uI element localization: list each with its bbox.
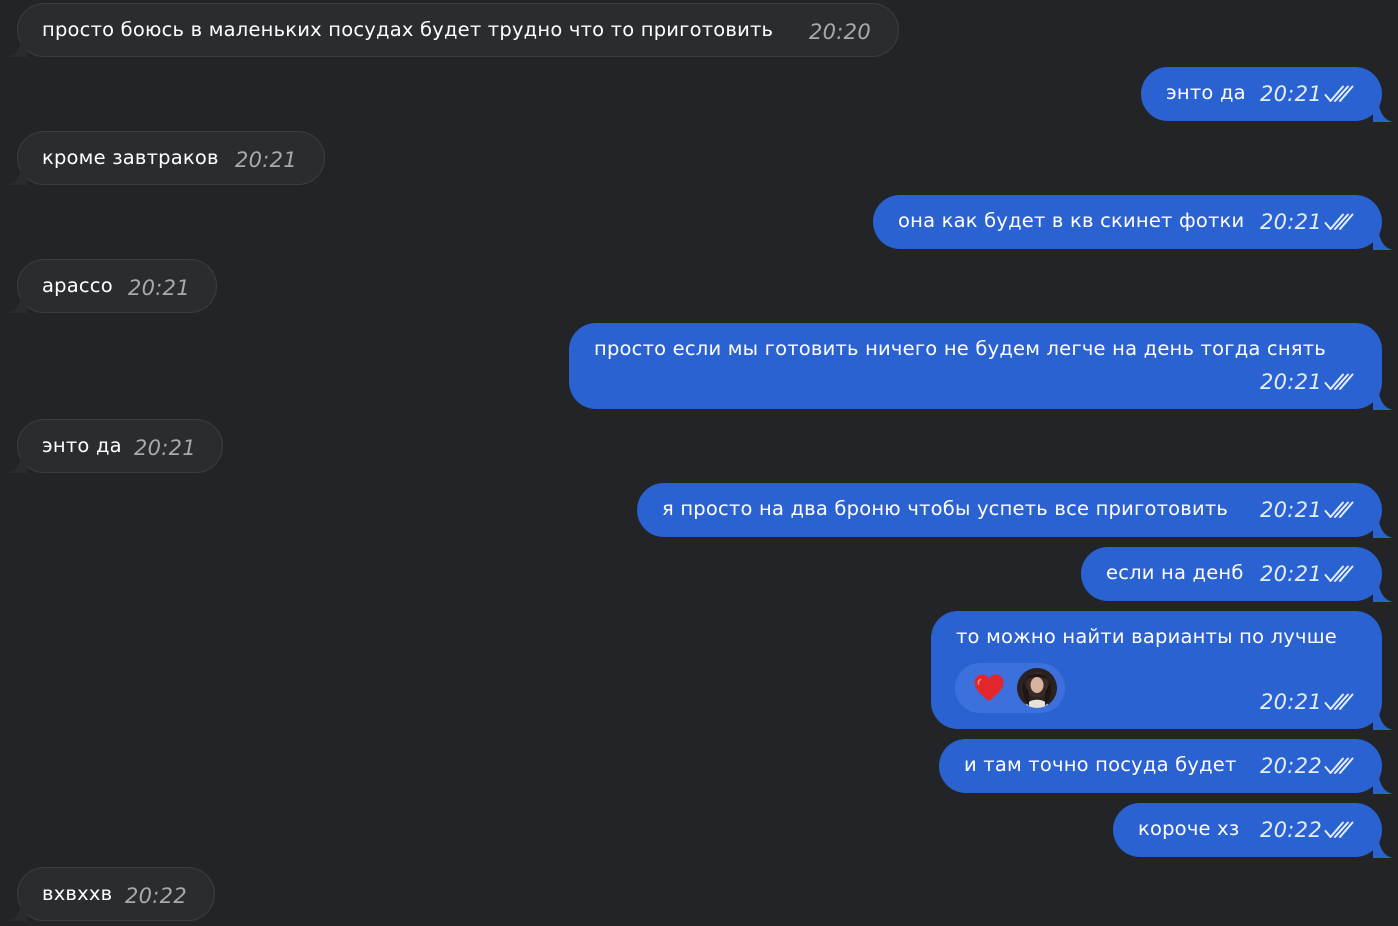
bubble-tail [1373, 390, 1393, 410]
message-time: 20:21 [1259, 82, 1322, 106]
message-text: если на денб [1106, 561, 1244, 584]
double-check-icon [1324, 692, 1354, 712]
message-incoming[interactable]: просто боюсь в маленьких посудах будет т… [17, 3, 899, 57]
message-outgoing[interactable]: просто если мы готовить ничего не будем … [569, 323, 1382, 409]
message-outgoing[interactable]: я просто на два броню чтобы успеть все п… [637, 483, 1382, 537]
message-meta: 20:21 [134, 436, 196, 460]
message-meta: 20:21 [1260, 562, 1354, 586]
message-time: 20:21 [234, 148, 297, 172]
message-text: то можно найти варианты по лучше [956, 625, 1337, 648]
message-time: 20:21 [1259, 498, 1322, 522]
message-time: 20:22 [124, 884, 187, 908]
message-meta: 20:21 [235, 148, 297, 172]
double-check-icon [1324, 756, 1354, 776]
bubble-tail [7, 165, 27, 185]
message-meta: 20:21 [1260, 498, 1354, 522]
message-text: я просто на два броню чтобы успеть все п… [662, 497, 1229, 520]
message-text: и там точно посуда будет [964, 753, 1237, 776]
bubble-tail [7, 453, 27, 473]
message-incoming[interactable]: арассо 20:21 [17, 259, 217, 313]
message-incoming[interactable]: энто да 20:21 [17, 419, 223, 473]
message-meta: 20:22 [1260, 754, 1354, 778]
message-time: 20:21 [133, 436, 196, 460]
message-meta: 20:21 [128, 276, 190, 300]
bubble-tail [1373, 102, 1393, 122]
message-outgoing[interactable]: короче хз 20:22 [1113, 803, 1382, 857]
bubble-tail [1373, 838, 1393, 858]
message-text: энто да [42, 434, 122, 457]
message-meta: 20:21 [1260, 690, 1354, 714]
bubble-tail [1373, 774, 1393, 794]
message-meta: 20:20 [809, 20, 871, 44]
message-text: просто если мы готовить ничего не будем … [594, 337, 1326, 360]
message-meta: 20:21 [1260, 370, 1354, 394]
message-time: 20:21 [1259, 370, 1322, 394]
message-incoming[interactable]: вхвххв 20:22 [17, 867, 215, 921]
message-outgoing[interactable]: она как будет в кв скинет фотки 20:21 [873, 195, 1382, 249]
bubble-tail [7, 37, 27, 57]
bubble-tail [7, 293, 27, 313]
bubble-tail [7, 901, 27, 921]
bubble-tail [1373, 230, 1393, 250]
double-check-icon [1324, 564, 1354, 584]
message-meta: 20:21 [1260, 210, 1354, 234]
message-time: 20:21 [1259, 690, 1322, 714]
reaction-pill[interactable] [955, 663, 1065, 713]
double-check-icon [1324, 500, 1354, 520]
message-text: просто боюсь в маленьких посудах будет т… [42, 18, 774, 41]
double-check-icon [1324, 84, 1354, 104]
message-outgoing[interactable]: то можно найти варианты по лучше 20:21 [931, 611, 1382, 729]
message-outgoing[interactable]: энто да 20:21 [1141, 67, 1382, 121]
message-time: 20:22 [1259, 818, 1322, 842]
message-text: арассо [42, 274, 113, 297]
message-outgoing[interactable]: и там точно посуда будет 20:22 [939, 739, 1382, 793]
message-text: энто да [1166, 81, 1246, 104]
double-check-icon [1324, 212, 1354, 232]
chat-history[interactable]: просто боюсь в маленьких посудах будет т… [0, 0, 1398, 926]
message-time: 20:21 [127, 276, 190, 300]
message-time: 20:22 [1259, 754, 1322, 778]
message-incoming[interactable]: кроме завтраков 20:21 [17, 131, 325, 185]
message-text: кроме завтраков [42, 146, 219, 169]
message-meta: 20:22 [1260, 818, 1354, 842]
bubble-tail [1373, 710, 1393, 730]
message-time: 20:21 [1259, 210, 1322, 234]
message-time: 20:20 [808, 20, 871, 44]
message-meta: 20:21 [1260, 82, 1354, 106]
message-outgoing[interactable]: если на денб 20:21 [1081, 547, 1382, 601]
double-check-icon [1324, 372, 1354, 392]
heart-icon [974, 674, 1004, 701]
bubble-tail [1373, 582, 1393, 602]
message-time: 20:21 [1259, 562, 1322, 586]
message-text: короче хз [1138, 817, 1240, 840]
avatar [1017, 668, 1057, 708]
message-text: она как будет в кв скинет фотки [898, 209, 1245, 232]
bubble-tail [1373, 518, 1393, 538]
double-check-icon [1324, 820, 1354, 840]
message-text: вхвххв [42, 882, 113, 905]
message-meta: 20:22 [125, 884, 187, 908]
